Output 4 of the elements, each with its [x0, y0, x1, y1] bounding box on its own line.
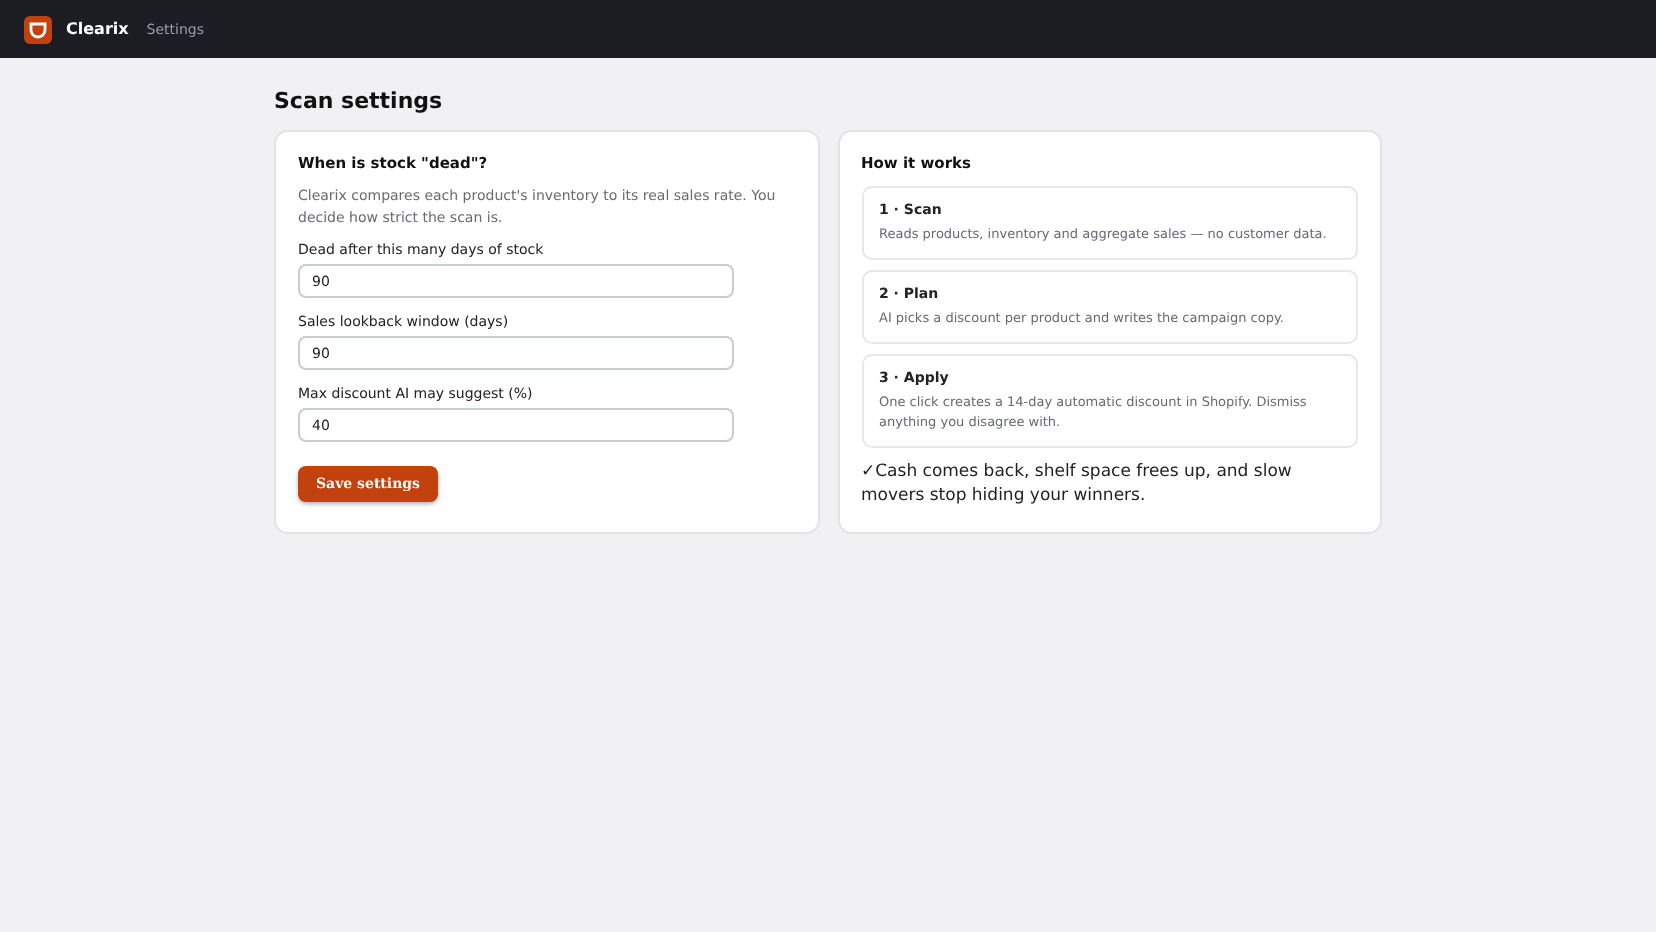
page-title: Scan settings [274, 88, 445, 114]
brand-name: Clearix [66, 20, 129, 38]
summary-text: ✓Cash comes back, shelf space frees up, and slow movers stop hiding your winners. [861, 460, 1294, 508]
logo-icon [24, 15, 52, 43]
